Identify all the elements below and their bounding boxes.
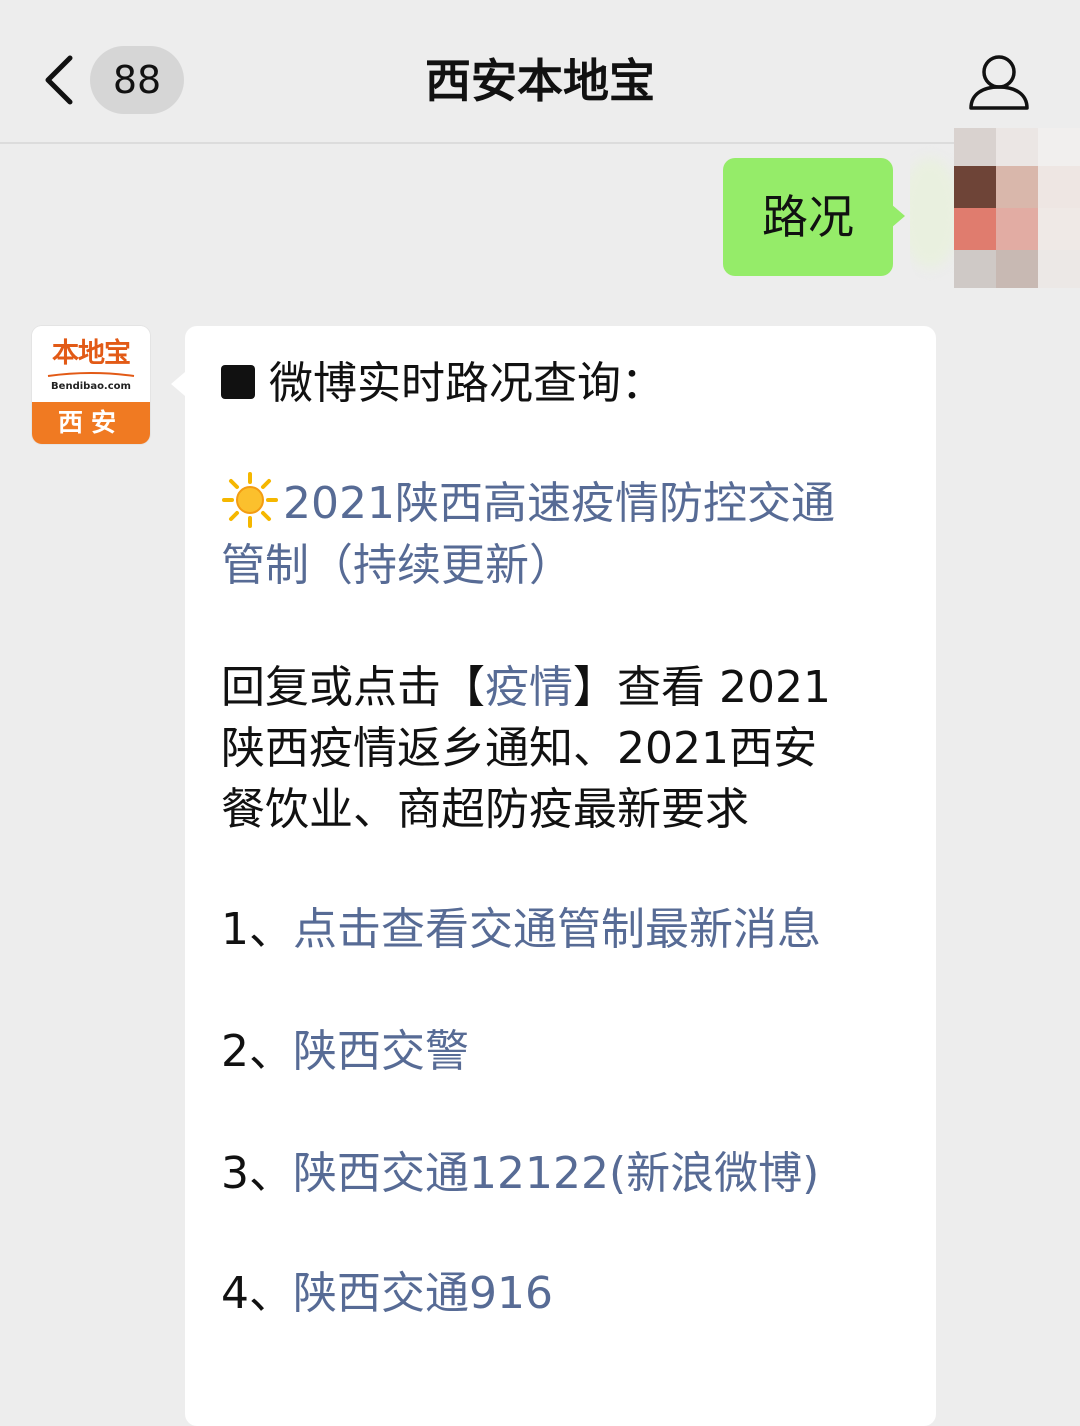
nav-bar: 88 西安本地宝 bbox=[0, 0, 1080, 144]
black-square-icon bbox=[221, 365, 255, 399]
item-link[interactable]: 陕西交通916 bbox=[293, 1268, 553, 1319]
list-item[interactable]: 2、陕西交警 bbox=[221, 1022, 469, 1082]
incoming-message-bubble: 微博实时路况查询： 2021陕西高速疫情防控交通 管制（持续更新） 回复或点击【… bbox=[171, 326, 936, 1426]
heading-text: 微博实时路况查询： bbox=[269, 358, 665, 409]
user-avatar[interactable] bbox=[910, 128, 1080, 288]
item-number: 4、 bbox=[221, 1268, 293, 1319]
item-number: 1、 bbox=[221, 904, 293, 955]
logo-city: 西安 bbox=[32, 402, 150, 444]
outgoing-message-bubble[interactable]: 路况 bbox=[723, 158, 905, 276]
notice-link-line2[interactable]: 管制（持续更新） bbox=[221, 536, 573, 596]
reply-line3: 餐饮业、商超防疫最新要求 bbox=[221, 784, 749, 835]
bendibao-avatar[interactable]: 本地宝 Bendibao.com 西安 bbox=[32, 326, 150, 444]
reply-suffix: 】查看 bbox=[573, 662, 705, 713]
item-number: 2、 bbox=[221, 1026, 293, 1077]
item-link[interactable]: 点击查看交通管制最新消息 bbox=[293, 904, 821, 955]
reply-year: 2021 bbox=[719, 662, 831, 713]
notice-link-line1[interactable]: 2021陕西高速疫情防控交通 bbox=[283, 478, 835, 529]
reply-prefix: 回复或点击【 bbox=[221, 662, 485, 713]
list-item[interactable]: 4、陕西交通916 bbox=[221, 1264, 553, 1324]
reply-line1: 回复或点击【疫情】查看 2021 bbox=[221, 658, 831, 718]
list-item[interactable]: 1、点击查看交通管制最新消息 bbox=[221, 900, 821, 960]
notice-link[interactable]: 2021陕西高速疫情防控交通 bbox=[221, 472, 835, 535]
sun-icon bbox=[222, 472, 278, 528]
list-item[interactable]: 3、陕西交通12122(新浪微博) bbox=[221, 1144, 819, 1204]
item-link[interactable]: 陕西交警 bbox=[293, 1026, 469, 1077]
logo-text: 本地宝 bbox=[52, 338, 131, 369]
reply-keyword-link[interactable]: 疫情 bbox=[485, 662, 573, 713]
logo-domain: Bendibao.com bbox=[51, 381, 131, 392]
chat-title: 西安本地宝 bbox=[425, 54, 655, 108]
reply-line2: 陕西疫情返乡通知、2021西安 bbox=[221, 723, 817, 774]
item-link[interactable]: 陕西交通12122(新浪微博) bbox=[293, 1148, 819, 1199]
message-heading: 微博实时路况查询： bbox=[221, 354, 665, 414]
item-number: 3、 bbox=[221, 1148, 293, 1199]
logo-swoosh-icon bbox=[47, 372, 135, 377]
profile-icon[interactable] bbox=[966, 52, 1032, 112]
